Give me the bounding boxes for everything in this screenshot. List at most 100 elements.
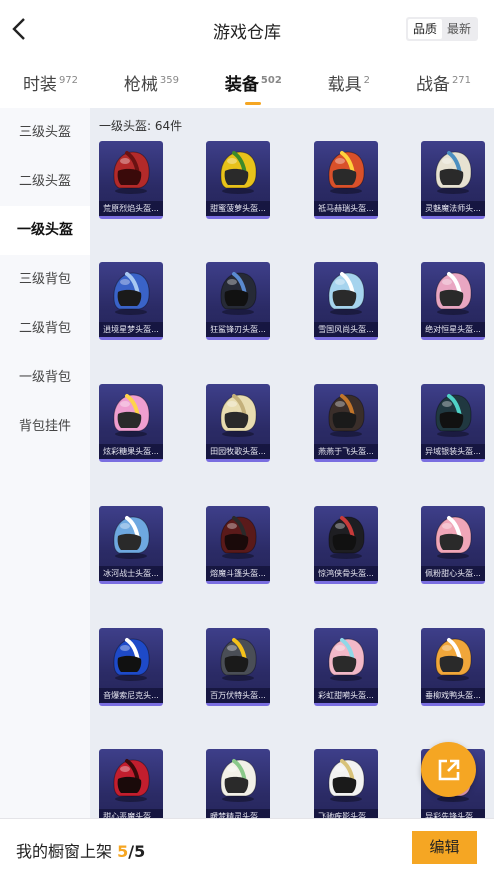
item-name: 祗马赫瑞头盔... — [314, 201, 378, 216]
showcase-status: 我的橱窗上架 5/5 — [16, 838, 145, 862]
item-name: 异彩先锋头盔... — [421, 809, 485, 818]
item-card[interactable]: 甜心恶魔头盔... — [99, 749, 163, 818]
item-card[interactable]: 炫彩糖果头盔... — [99, 384, 163, 462]
item-name: 熔魔斗篷头盔... — [206, 566, 270, 581]
helmet-icon — [435, 638, 472, 681]
share-button[interactable] — [421, 742, 476, 797]
sidebar-item-level3-backpack[interactable]: 三级背包 — [0, 255, 90, 304]
item-card[interactable]: 飞驰疾影头盔... — [314, 749, 378, 818]
sidebar-item-level1-helmet[interactable]: 一级头盔 — [0, 206, 90, 255]
tab-label: 载具 — [327, 74, 362, 95]
tab-count: 502 — [260, 74, 282, 86]
edit-button[interactable]: 编辑 — [412, 831, 477, 864]
item-name: 绝对恒星头盔... — [421, 322, 485, 337]
tab-count: 359 — [159, 74, 180, 86]
top-bar: 游戏仓库 品质 最新 — [0, 0, 494, 60]
tab-guns[interactable]: 枪械 359 — [124, 70, 179, 99]
item-name: 异域银装头盔... — [421, 444, 485, 459]
helmet-icon — [328, 516, 365, 559]
helmet-icon — [328, 272, 365, 315]
item-name: 百万伏特头盔... — [206, 688, 270, 703]
item-name: 冰河战士头盔... — [99, 566, 163, 581]
item-card[interactable]: 百万伏特头盔... — [206, 628, 270, 706]
item-name: 佩粉甜心头盔... — [421, 566, 485, 581]
tab-supplies[interactable]: 战备 271 — [416, 70, 471, 99]
item-card[interactable]: 狂鲨锋刃头盔... — [206, 262, 270, 340]
sidebar-item-level1-backpack[interactable]: 一级背包 — [0, 353, 90, 402]
item-card[interactable]: 佩粉甜心头盔... — [421, 506, 485, 584]
helmet-icon — [435, 151, 472, 194]
item-card[interactable]: 音爆索尼克头... — [99, 628, 163, 706]
item-name: 甜心恶魔头盔... — [99, 809, 163, 818]
tab-label: 枪械 — [123, 74, 158, 95]
tab-count: 972 — [58, 74, 79, 86]
helmet-icon — [113, 272, 150, 315]
item-name: 逍境星梦头盔... — [99, 322, 163, 337]
helmet-icon — [113, 638, 150, 681]
item-card[interactable]: 暖梦精灵头盔... — [206, 749, 270, 818]
helmet-icon — [113, 151, 150, 194]
item-name: 荒原烈焰头盔... — [99, 201, 163, 216]
section-count: 一级头盔: 64件 — [99, 119, 183, 133]
sidebar-item-level2-backpack[interactable]: 二级背包 — [0, 304, 90, 353]
item-card[interactable]: 荒原烈焰头盔... — [99, 141, 163, 219]
helmet-icon — [328, 638, 365, 681]
item-name: 垂柳戏鸭头盔... — [421, 688, 485, 703]
helmet-icon — [220, 759, 257, 802]
item-name: 彩虹甜嗬头盔... — [314, 688, 378, 703]
tab-label: 战备 — [415, 74, 450, 95]
sort-toggle: 品质 最新 — [405, 17, 478, 41]
helmet-icon — [220, 638, 257, 681]
item-name: 暖梦精灵头盔... — [206, 809, 270, 818]
sort-latest-button[interactable]: 最新 — [442, 19, 476, 39]
item-card[interactable]: 异域银装头盔... — [421, 384, 485, 462]
item-name: 燕燕于飞头盔... — [314, 444, 378, 459]
sidebar: 三级头盔 二级头盔 一级头盔 三级背包 二级背包 一级背包 背包挂件 — [0, 108, 90, 818]
helmet-icon — [328, 151, 365, 194]
item-card[interactable]: 雪国风尚头盔... — [314, 262, 378, 340]
tab-equipment[interactable]: 装备 502 — [225, 70, 282, 105]
helmet-icon — [220, 272, 257, 315]
item-name: 惊鸿侠骨头盔... — [314, 566, 378, 581]
item-card[interactable]: 彩虹甜嗬头盔... — [314, 628, 378, 706]
item-card[interactable]: 甜蜜菠萝头盔... — [206, 141, 270, 219]
share-icon — [438, 759, 460, 781]
category-tabs: 时装 972 枪械 359 装备 502 载具 2 战备 271 — [0, 60, 494, 108]
tab-count: 271 — [451, 74, 472, 86]
helmet-icon — [328, 394, 365, 437]
item-card[interactable]: 惊鸿侠骨头盔... — [314, 506, 378, 584]
tab-label: 时装 — [22, 74, 57, 95]
helmet-icon — [113, 394, 150, 437]
helmet-icon — [435, 394, 472, 437]
item-card[interactable]: 熔魔斗篷头盔... — [206, 506, 270, 584]
helmet-icon — [220, 394, 257, 437]
sort-quality-button[interactable]: 品质 — [407, 19, 442, 39]
item-card[interactable]: 垂柳戏鸭头盔... — [421, 628, 485, 706]
sidebar-item-backpack-charm[interactable]: 背包挂件 — [0, 402, 90, 451]
helmet-icon — [220, 151, 257, 194]
showcase-total: /5 — [128, 842, 146, 861]
item-name: 灵魅魔法师头... — [421, 201, 485, 216]
sidebar-item-level3-helmet[interactable]: 三级头盔 — [0, 108, 90, 157]
item-card[interactable]: 田园牧歌头盔... — [206, 384, 270, 462]
item-card[interactable]: 燕燕于飞头盔... — [314, 384, 378, 462]
item-name: 狂鲨锋刃头盔... — [206, 322, 270, 337]
item-name: 雪国风尚头盔... — [314, 322, 378, 337]
tab-vehicles[interactable]: 载具 2 — [328, 70, 370, 99]
showcase-current: 5 — [117, 842, 129, 861]
item-card[interactable]: 冰河战士头盔... — [99, 506, 163, 584]
helmet-icon — [328, 759, 365, 802]
helmet-icon — [220, 516, 257, 559]
helmet-icon — [113, 759, 150, 802]
bottom-bar: 我的橱窗上架 5/5 编辑 — [0, 818, 494, 875]
item-card[interactable]: 绝对恒星头盔... — [421, 262, 485, 340]
tab-count: 2 — [363, 74, 371, 86]
item-card[interactable]: 祗马赫瑞头盔... — [314, 141, 378, 219]
item-name: 飞驰疾影头盔... — [314, 809, 378, 818]
helmet-icon — [435, 516, 472, 559]
showcase-label: 我的橱窗上架 — [16, 842, 113, 861]
tab-fashion[interactable]: 时装 972 — [23, 70, 78, 99]
sidebar-item-level2-helmet[interactable]: 二级头盔 — [0, 157, 90, 206]
item-card[interactable]: 灵魅魔法师头... — [421, 141, 485, 219]
item-card[interactable]: 逍境星梦头盔... — [99, 262, 163, 340]
